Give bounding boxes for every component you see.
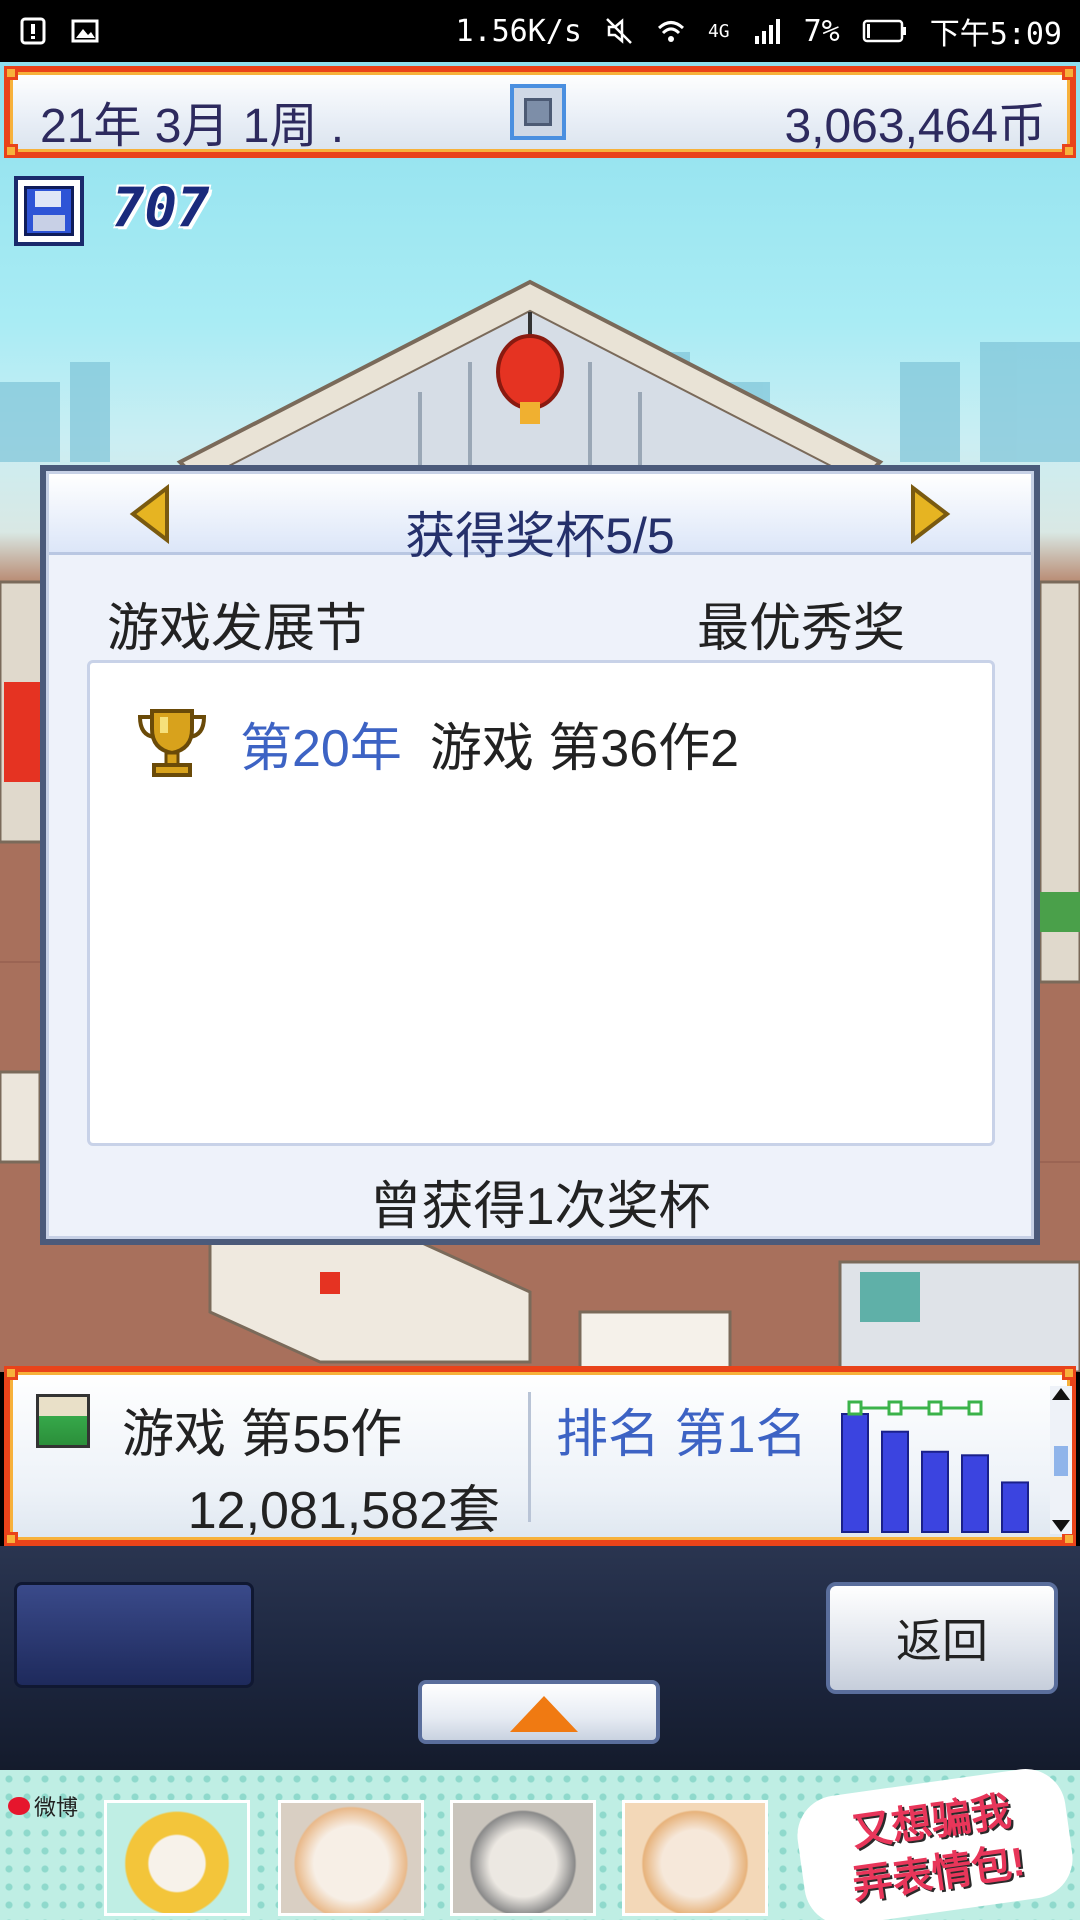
cat-sticker-image xyxy=(450,1800,596,1916)
frame-corner xyxy=(1062,144,1076,158)
weibo-icon xyxy=(8,1797,30,1815)
award-name: 最优秀奖 xyxy=(696,600,905,658)
cat-sticker-image xyxy=(622,1800,768,1916)
award-year: 第20年 xyxy=(240,719,402,778)
trend-marker xyxy=(967,1400,983,1416)
award-game: 游戏 第36作2 xyxy=(429,719,740,778)
game-screen: 1.56K/s 4G 7% 下午5:09 21年 3月 1周 . 3,063,4… xyxy=(0,0,1080,1920)
sales-bar xyxy=(841,1413,869,1533)
award-list: 第20年 游戏 第36作2 xyxy=(87,660,995,1146)
sales-bar xyxy=(961,1454,989,1533)
sales-bar xyxy=(921,1450,949,1533)
image-icon xyxy=(71,19,99,43)
frame-corner xyxy=(1062,1366,1076,1380)
cat-sticker-image xyxy=(278,1800,424,1916)
info-scrollbar[interactable] xyxy=(1050,1386,1072,1534)
expand-menu-button[interactable] xyxy=(418,1680,660,1744)
battery-percent: 7% xyxy=(803,13,840,49)
frame-corner xyxy=(1062,1532,1076,1546)
weibo-logo: 微博 xyxy=(8,1790,78,1822)
game-sales: 12,081,582套 xyxy=(187,1482,500,1540)
alert-icon xyxy=(20,17,46,45)
camera-mode-icon[interactable] xyxy=(510,84,566,140)
game-info-bar[interactable]: 游戏 第55作 12,081,582套 排名 第1名 xyxy=(4,1366,1076,1546)
weibo-brand: 微博 xyxy=(34,1795,79,1820)
sales-bar xyxy=(1001,1481,1029,1534)
money-counter: 3,063,464币 xyxy=(784,100,1046,153)
next-arrow-icon[interactable] xyxy=(905,484,953,544)
sales-bar xyxy=(881,1430,909,1534)
trophy-dialog: 获得奖杯5/5 游戏发展节 最优秀奖 第20年 游戏 第36作2 曾获得1次奖杯 xyxy=(40,465,1040,1245)
back-button[interactable]: 返回 xyxy=(826,1582,1058,1694)
mute-icon xyxy=(606,18,632,44)
up-arrow-icon xyxy=(510,1696,578,1732)
bottom-menu: 返回 xyxy=(0,1546,1080,1770)
wifi-icon xyxy=(657,21,684,42)
cat-sticker-image xyxy=(104,1800,250,1916)
ad-banner[interactable]: 微博 又想骗我 弄表情包! xyxy=(0,1763,1080,1920)
frame-corner xyxy=(4,1366,18,1380)
trend-marker xyxy=(927,1400,943,1416)
trophy-icon xyxy=(137,709,207,777)
trend-marker xyxy=(847,1400,863,1416)
signal-icon xyxy=(754,19,780,44)
frame-corner xyxy=(1062,66,1076,80)
network-type: 4G xyxy=(707,20,730,42)
save-counter: 707 xyxy=(112,176,210,239)
game-thumbnail-icon xyxy=(36,1394,90,1448)
network-speed: 1.56K/s xyxy=(455,13,582,49)
menu-slot-button[interactable] xyxy=(14,1582,254,1688)
sales-trend-chart xyxy=(841,1400,1029,1534)
festival-name: 游戏发展节 xyxy=(107,600,368,658)
dialog-title: 获得奖杯5/5 xyxy=(405,508,675,564)
date-money-bar: 21年 3月 1周 . 3,063,464币 xyxy=(4,66,1076,158)
frame-corner xyxy=(4,66,18,80)
clock: 下午5:09 xyxy=(929,17,1062,52)
game-date: 21年 3月 1周 . xyxy=(40,100,345,153)
sales-rank: 排名 第1名 xyxy=(556,1406,808,1464)
trophy-count: 曾获得1次奖杯 xyxy=(369,1178,711,1236)
divider xyxy=(528,1392,531,1522)
game-title: 游戏 第55作 xyxy=(122,1406,403,1464)
dialog-header: 获得奖杯5/5 xyxy=(49,474,1031,564)
status-bar: 1.56K/s 4G 7% 下午5:09 xyxy=(0,0,1080,62)
save-disk-icon[interactable] xyxy=(14,176,84,246)
frame-corner xyxy=(4,144,18,158)
list-item: 第20年 游戏 第36作2 xyxy=(134,705,739,781)
battery-icon xyxy=(862,19,906,43)
ad-slogan: 又想骗我 弄表情包! xyxy=(792,1763,1078,1920)
trend-marker xyxy=(887,1400,903,1416)
